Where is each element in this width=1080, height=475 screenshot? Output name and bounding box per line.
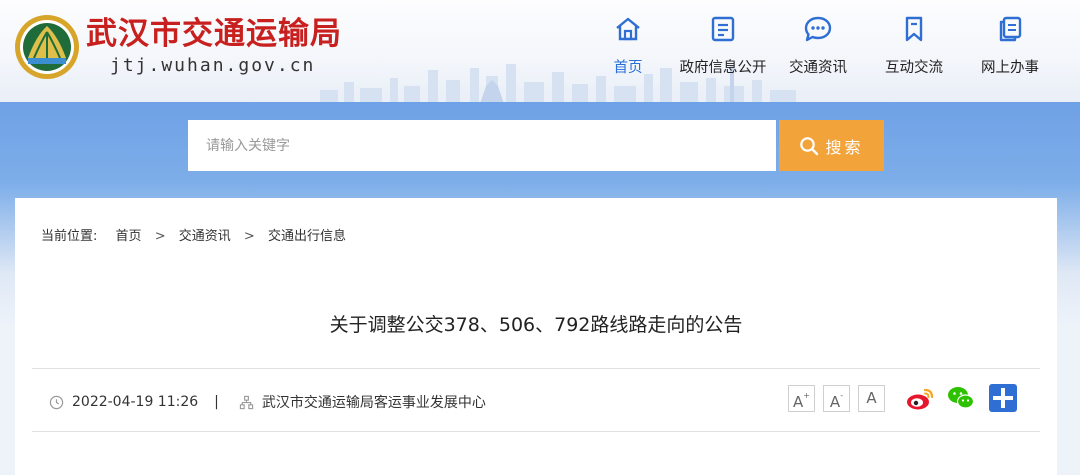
search-button[interactable]: 搜索 — [779, 120, 884, 171]
breadcrumb-separator: > — [154, 229, 166, 244]
copy-documents-icon — [999, 16, 1022, 42]
breadcrumb-item-home[interactable]: 首页 — [116, 225, 142, 244]
nav-online-service-label: 网上办事 — [981, 60, 1039, 76]
city-emblem-logo — [15, 15, 79, 79]
breadcrumb: 当前位置: 首页 > 交通资讯 > 交通出行信息 — [41, 225, 346, 244]
site-domain: jtj.wuhan.gov.cn — [110, 55, 316, 76]
nav-home-label: 首页 — [613, 60, 643, 76]
weibo-icon[interactable] — [905, 383, 935, 413]
nav-gov-info-label: 政府信息公开 — [679, 60, 767, 76]
nav-traffic-news-label: 交通资讯 — [789, 60, 847, 76]
breadcrumb-lead: 当前位置: — [41, 229, 98, 244]
breadcrumb-item-traffic-news[interactable]: 交通资讯 — [179, 225, 231, 244]
publish-date: 2022-04-19 11:26 — [72, 394, 199, 410]
article-panel: 当前位置: 首页 > 交通资讯 > 交通出行信息 关于调整公交378、506、7… — [15, 198, 1057, 475]
chat-bubble-icon — [804, 16, 832, 42]
nav-gov-info[interactable]: 政府信息公开 — [673, 10, 773, 90]
font-size-medium-button[interactable]: A- — [823, 385, 850, 412]
nav-online-service[interactable]: 网上办事 — [960, 10, 1060, 90]
search-input[interactable] — [188, 120, 776, 171]
article-meta: 2022-04-19 11:26 | 武汉市交通运输局客运事业发展中心 — [49, 392, 486, 412]
organization-icon — [239, 395, 254, 409]
meta-divider: | — [214, 394, 219, 410]
home-icon — [616, 17, 640, 41]
article-source: 武汉市交通运输局客运事业发展中心 — [261, 395, 486, 411]
font-size-large-button[interactable]: A+ — [788, 385, 815, 412]
nav-home[interactable]: 首页 — [578, 10, 678, 90]
divider — [32, 368, 1040, 369]
document-icon — [711, 16, 735, 42]
site-title: 武汉市交通运输局 — [86, 16, 342, 52]
breadcrumb-separator: > — [243, 229, 255, 244]
search-button-label: 搜索 — [825, 137, 864, 157]
nav-interaction-label: 互动交流 — [885, 60, 943, 76]
clock-icon — [49, 395, 64, 409]
article-title: 关于调整公交378、506、792路线路走向的公告 — [329, 314, 743, 336]
wechat-icon[interactable] — [946, 383, 976, 413]
nav-interaction[interactable]: 互动交流 — [864, 10, 964, 90]
site-header: 武汉市交通运输局 jtj.wuhan.gov.cn 首页 政府信息公开 交通资讯 — [0, 0, 1080, 102]
breadcrumb-item-travel-info[interactable]: 交通出行信息 — [268, 225, 346, 244]
font-size-small-button[interactable]: A — [858, 385, 885, 412]
search-icon — [800, 136, 819, 155]
divider — [32, 431, 1040, 432]
nav-traffic-news[interactable]: 交通资讯 — [768, 10, 868, 90]
plus-share-icon[interactable] — [988, 383, 1018, 413]
bookmark-icon — [905, 16, 923, 42]
